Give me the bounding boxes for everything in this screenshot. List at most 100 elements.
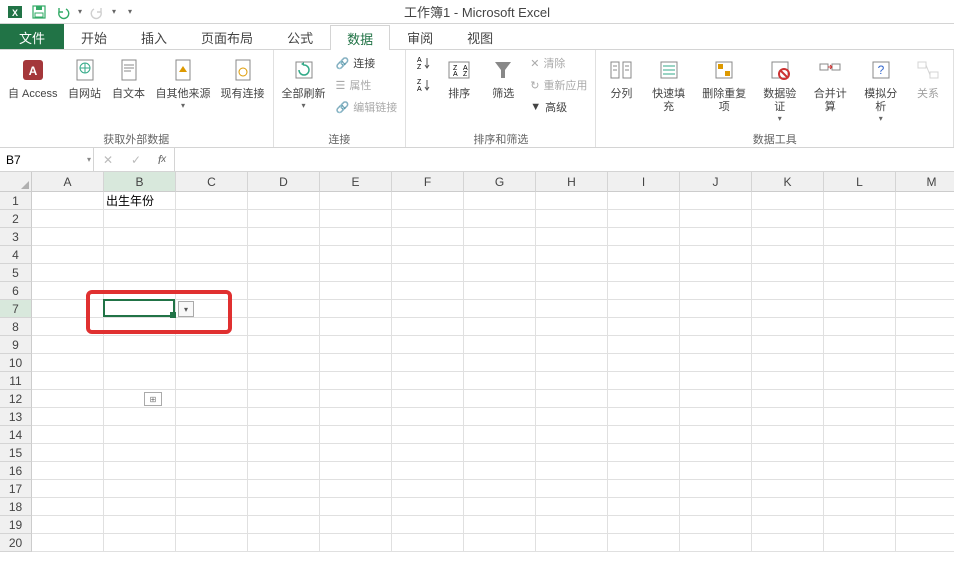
cell-M16[interactable]	[896, 462, 954, 480]
cell-C5[interactable]	[176, 264, 248, 282]
cell-A11[interactable]	[32, 372, 104, 390]
cell-J20[interactable]	[680, 534, 752, 552]
cell-H12[interactable]	[536, 390, 608, 408]
cell-C6[interactable]	[176, 282, 248, 300]
cell-F19[interactable]	[392, 516, 464, 534]
cell-M6[interactable]	[896, 282, 954, 300]
cell-G15[interactable]	[464, 444, 536, 462]
cell-I19[interactable]	[608, 516, 680, 534]
cell-A9[interactable]	[32, 336, 104, 354]
cell-K5[interactable]	[752, 264, 824, 282]
cell-E3[interactable]	[320, 228, 392, 246]
column-header-F[interactable]: F	[392, 172, 464, 192]
cell-J15[interactable]	[680, 444, 752, 462]
cell-K8[interactable]	[752, 318, 824, 336]
cell-I14[interactable]	[608, 426, 680, 444]
cell-K4[interactable]	[752, 246, 824, 264]
cell-L3[interactable]	[824, 228, 896, 246]
cell-F7[interactable]	[392, 300, 464, 318]
cell-I11[interactable]	[608, 372, 680, 390]
cell-G10[interactable]	[464, 354, 536, 372]
cell-A17[interactable]	[32, 480, 104, 498]
cell-L19[interactable]	[824, 516, 896, 534]
cell-J1[interactable]	[680, 192, 752, 210]
cell-G16[interactable]	[464, 462, 536, 480]
cell-H3[interactable]	[536, 228, 608, 246]
column-header-C[interactable]: C	[176, 172, 248, 192]
cell-K14[interactable]	[752, 426, 824, 444]
cell-F6[interactable]	[392, 282, 464, 300]
cell-G20[interactable]	[464, 534, 536, 552]
cell-G3[interactable]	[464, 228, 536, 246]
cell-H4[interactable]	[536, 246, 608, 264]
cell-C8[interactable]	[176, 318, 248, 336]
cell-L5[interactable]	[824, 264, 896, 282]
cell-H8[interactable]	[536, 318, 608, 336]
cell-A5[interactable]	[32, 264, 104, 282]
cell-F15[interactable]	[392, 444, 464, 462]
cell-A18[interactable]	[32, 498, 104, 516]
cell-K6[interactable]	[752, 282, 824, 300]
cell-I10[interactable]	[608, 354, 680, 372]
cell-B20[interactable]	[104, 534, 176, 552]
row-header-13[interactable]: 13	[0, 408, 32, 426]
row-header-7[interactable]: 7	[0, 300, 32, 318]
cell-I7[interactable]	[608, 300, 680, 318]
formula-cancel-button[interactable]: ✕	[94, 148, 122, 171]
cell-J18[interactable]	[680, 498, 752, 516]
refresh-all-button[interactable]: 全部刷新 ▾	[278, 52, 330, 112]
row-header-17[interactable]: 17	[0, 480, 32, 498]
cell-E18[interactable]	[320, 498, 392, 516]
cell-C17[interactable]	[176, 480, 248, 498]
cell-B16[interactable]	[104, 462, 176, 480]
cell-I15[interactable]	[608, 444, 680, 462]
formula-input[interactable]	[175, 148, 954, 171]
cell-H5[interactable]	[536, 264, 608, 282]
cell-H18[interactable]	[536, 498, 608, 516]
cell-M18[interactable]	[896, 498, 954, 516]
connections-button[interactable]: 🔗连接	[332, 52, 402, 74]
tab-formulas[interactable]: 公式	[270, 24, 330, 49]
cell-C2[interactable]	[176, 210, 248, 228]
cell-G9[interactable]	[464, 336, 536, 354]
cell-J11[interactable]	[680, 372, 752, 390]
cell-E7[interactable]	[320, 300, 392, 318]
cell-K15[interactable]	[752, 444, 824, 462]
cell-L9[interactable]	[824, 336, 896, 354]
reapply-button[interactable]: ↻重新应用	[526, 74, 591, 96]
consolidate-button[interactable]: 合并计算	[806, 52, 854, 116]
cell-L8[interactable]	[824, 318, 896, 336]
cell-L1[interactable]	[824, 192, 896, 210]
tab-file[interactable]: 文件	[0, 24, 64, 49]
tab-view[interactable]: 视图	[450, 24, 510, 49]
cell-K10[interactable]	[752, 354, 824, 372]
cell-A3[interactable]	[32, 228, 104, 246]
sort-button[interactable]: ZAAZ 排序	[438, 52, 480, 103]
cell-E2[interactable]	[320, 210, 392, 228]
cell-A20[interactable]	[32, 534, 104, 552]
cell-K3[interactable]	[752, 228, 824, 246]
cell-D13[interactable]	[248, 408, 320, 426]
whatif-button[interactable]: ? 模拟分析 ▾	[857, 52, 905, 125]
cell-C9[interactable]	[176, 336, 248, 354]
cell-A13[interactable]	[32, 408, 104, 426]
cell-L18[interactable]	[824, 498, 896, 516]
from-text-button[interactable]: 自文本	[108, 52, 150, 103]
cell-F5[interactable]	[392, 264, 464, 282]
row-header-9[interactable]: 9	[0, 336, 32, 354]
cell-H13[interactable]	[536, 408, 608, 426]
column-header-B[interactable]: B	[104, 172, 176, 192]
row-header-18[interactable]: 18	[0, 498, 32, 516]
cell-H14[interactable]	[536, 426, 608, 444]
row-header-10[interactable]: 10	[0, 354, 32, 372]
row-header-6[interactable]: 6	[0, 282, 32, 300]
cell-E5[interactable]	[320, 264, 392, 282]
cell-K17[interactable]	[752, 480, 824, 498]
cell-J12[interactable]	[680, 390, 752, 408]
cell-J4[interactable]	[680, 246, 752, 264]
cell-K7[interactable]	[752, 300, 824, 318]
cell-G1[interactable]	[464, 192, 536, 210]
cell-E19[interactable]	[320, 516, 392, 534]
cell-F4[interactable]	[392, 246, 464, 264]
column-header-K[interactable]: K	[752, 172, 824, 192]
